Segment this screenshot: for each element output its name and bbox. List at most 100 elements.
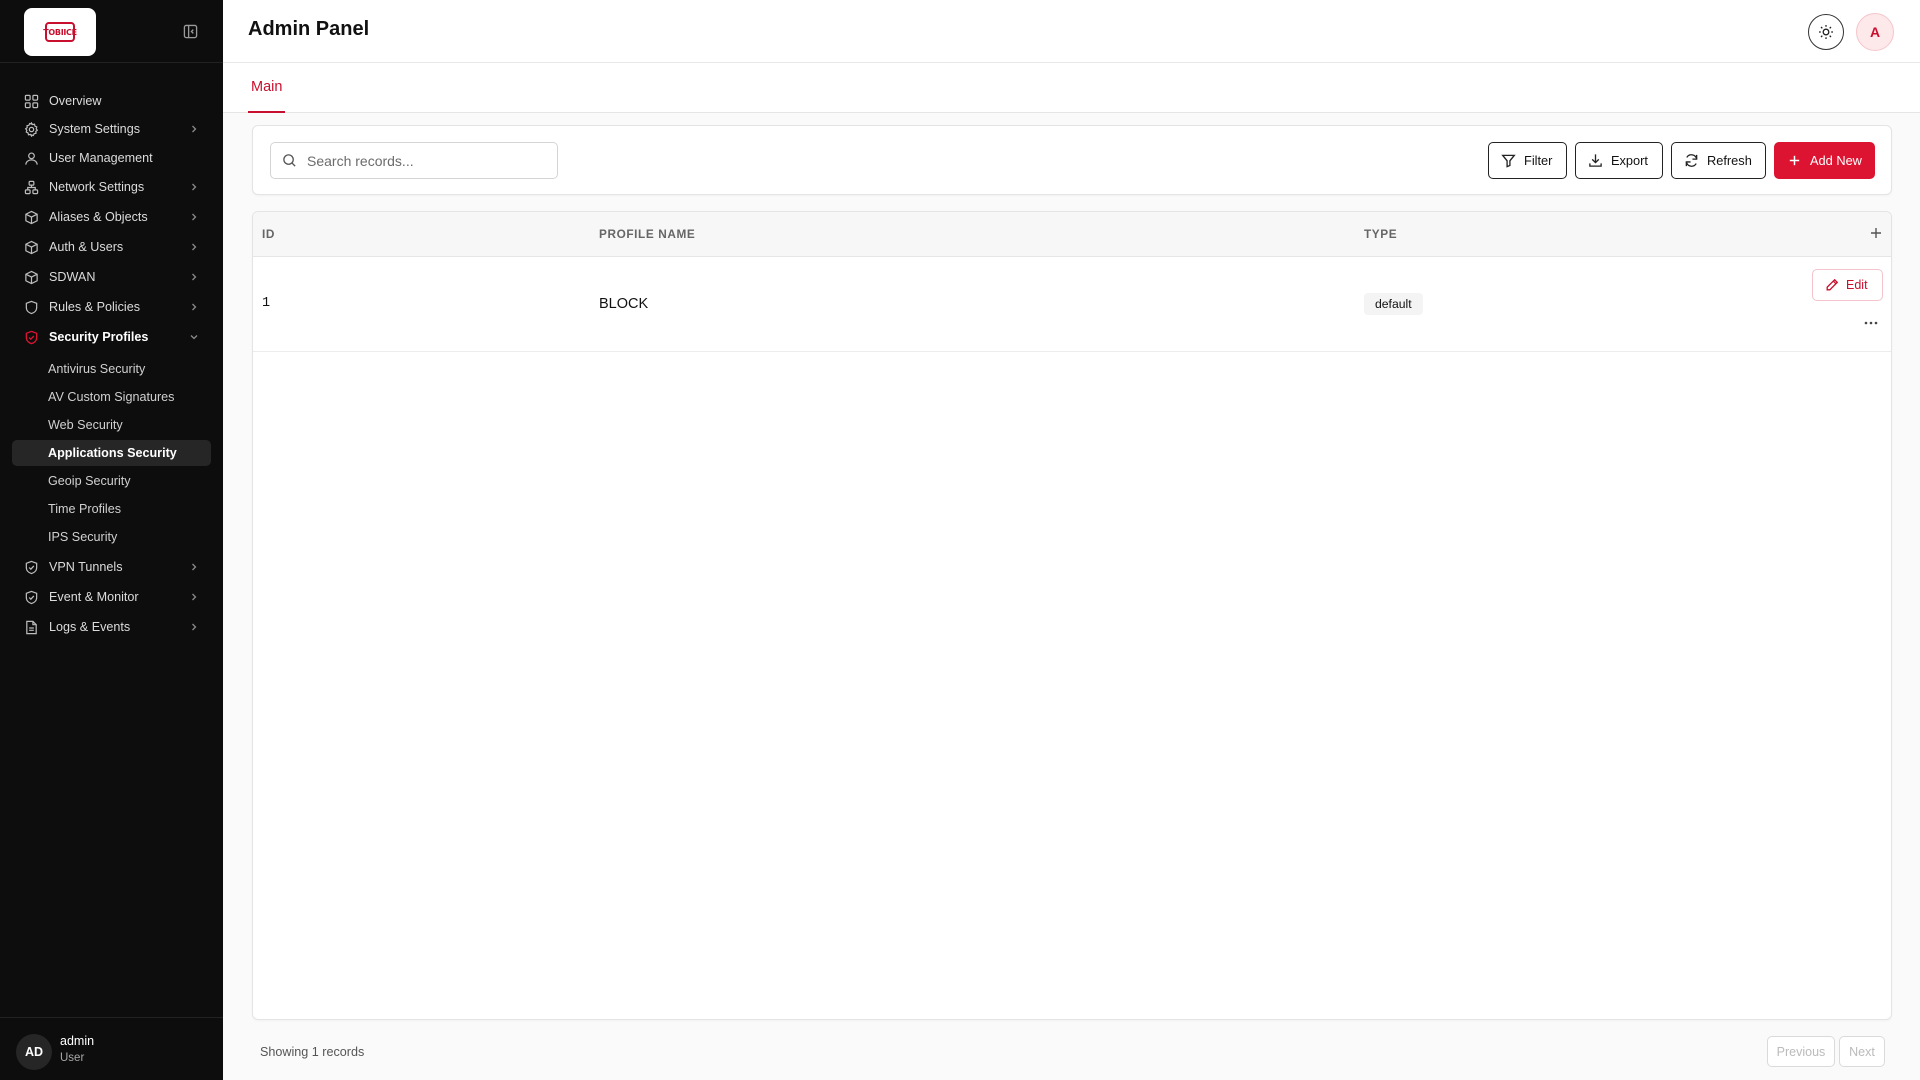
- sidebar-item-network-settings[interactable]: Network Settings: [12, 174, 211, 200]
- tab-bar: Main: [223, 63, 1920, 113]
- chevron-right-icon: [189, 592, 199, 602]
- pencil-icon: [1825, 278, 1839, 292]
- shield-check-icon: [24, 330, 39, 345]
- sidebar-item-logs-events[interactable]: Logs & Events: [12, 614, 211, 640]
- sidebar-subitem-antivirus-security[interactable]: Antivirus Security: [12, 356, 211, 382]
- sidebar-header: TOBIICE: [0, 0, 223, 63]
- sidebar-item-auth-users[interactable]: Auth & Users: [12, 234, 211, 260]
- refresh-label: Refresh: [1707, 153, 1752, 168]
- user-avatar-button[interactable]: A: [1856, 13, 1894, 51]
- user-role: User: [60, 1052, 85, 1064]
- filter-icon: [1501, 153, 1516, 168]
- type-badge: default: [1364, 293, 1423, 315]
- next-page-button[interactable]: Next: [1839, 1036, 1885, 1067]
- sidebar-subitem-time-profiles[interactable]: Time Profiles: [12, 496, 211, 522]
- chevron-right-icon: [189, 302, 199, 312]
- add-new-button[interactable]: Add New: [1774, 142, 1875, 179]
- column-header-id[interactable]: ID: [262, 227, 275, 241]
- page-title: Admin Panel: [248, 18, 370, 40]
- data-table: ID PROFILE NAME TYPE 1 BLOCK default Edi…: [252, 211, 1892, 1020]
- chevron-right-icon: [189, 124, 199, 134]
- sidebar-item-label: Auth & Users: [49, 240, 124, 254]
- table-row[interactable]: 1 BLOCK default Edit: [253, 257, 1891, 352]
- tab-main[interactable]: Main: [248, 63, 286, 113]
- sidebar-subitem-geoip-security[interactable]: Geoip Security: [12, 468, 211, 494]
- box-icon: [24, 270, 39, 285]
- sidebar-item-security-profiles[interactable]: Security Profiles: [12, 324, 211, 350]
- network-icon: [24, 180, 39, 195]
- sidebar-item-label: Security Profiles: [49, 330, 149, 344]
- records-count: Showing 1 records: [260, 1045, 365, 1059]
- edit-label: Edit: [1846, 278, 1868, 292]
- sidebar-item-event-monitor[interactable]: Event & Monitor: [12, 584, 211, 610]
- chevron-right-icon: [189, 212, 199, 222]
- plus-icon: [1787, 153, 1802, 168]
- sidebar-user[interactable]: AD admin User: [0, 1017, 223, 1080]
- box-icon: [24, 240, 39, 255]
- shield-icon: [24, 300, 39, 315]
- chevron-right-icon: [189, 272, 199, 282]
- sidebar-subitem-applications-security[interactable]: Applications Security: [12, 440, 211, 466]
- sidebar-item-label: VPN Tunnels: [49, 560, 123, 574]
- sidebar-subitem-ips-security[interactable]: IPS Security: [12, 524, 211, 550]
- grid-icon: [24, 94, 39, 109]
- chevron-right-icon: [189, 562, 199, 572]
- previous-page-button[interactable]: Previous: [1767, 1036, 1835, 1067]
- column-header-type[interactable]: TYPE: [1364, 227, 1397, 241]
- sidebar: TOBIICE Overview System Settings User Ma…: [0, 0, 223, 1080]
- shield-check-icon: [24, 590, 39, 605]
- sidebar-item-label: Overview: [49, 94, 102, 108]
- sidebar-subitem-av-custom-signatures[interactable]: AV Custom Signatures: [12, 384, 211, 410]
- top-header: Admin Panel A: [223, 0, 1920, 63]
- avatar: AD: [16, 1034, 52, 1070]
- export-label: Export: [1611, 153, 1648, 168]
- sidebar-item-label: Network Settings: [49, 180, 145, 194]
- sidebar-item-overview[interactable]: Overview: [12, 88, 211, 114]
- add-column-icon[interactable]: [1869, 226, 1883, 240]
- app-logo[interactable]: TOBIICE: [24, 8, 96, 56]
- sidebar-item-label: Aliases & Objects: [49, 210, 148, 224]
- sidebar-collapse-icon[interactable]: [183, 24, 198, 39]
- user-name: admin: [60, 1034, 95, 1048]
- sidebar-item-sdwan[interactable]: SDWAN: [12, 264, 211, 290]
- chevron-right-icon: [189, 182, 199, 192]
- table-header: ID PROFILE NAME TYPE: [253, 212, 1891, 257]
- sidebar-item-vpn-tunnels[interactable]: VPN Tunnels: [12, 554, 211, 580]
- refresh-icon: [1684, 153, 1699, 168]
- add-new-label: Add New: [1810, 153, 1862, 168]
- theme-toggle-button[interactable]: [1808, 14, 1844, 50]
- edit-button[interactable]: Edit: [1812, 269, 1883, 301]
- filter-button[interactable]: Filter: [1488, 142, 1567, 179]
- cell-profile-name: BLOCK: [599, 296, 649, 312]
- export-button[interactable]: Export: [1575, 142, 1663, 179]
- shield-check-icon: [24, 560, 39, 575]
- sidebar-item-label: SDWAN: [49, 270, 96, 284]
- sidebar-item-rules-policies[interactable]: Rules & Policies: [12, 294, 211, 320]
- search-input[interactable]: [307, 152, 547, 169]
- sidebar-item-label: Rules & Policies: [49, 300, 140, 314]
- logo-mark: TOBIICE: [43, 22, 77, 42]
- box-icon: [24, 210, 39, 225]
- column-header-profile-name[interactable]: PROFILE NAME: [599, 227, 695, 241]
- cell-id: 1: [262, 296, 271, 311]
- file-icon: [24, 620, 39, 635]
- search-icon: [282, 153, 297, 168]
- sidebar-item-label: Event & Monitor: [49, 590, 139, 604]
- sidebar-item-label: User Management: [49, 151, 153, 165]
- sidebar-item-label: System Settings: [49, 122, 140, 136]
- sidebar-item-aliases-objects[interactable]: Aliases & Objects: [12, 204, 211, 230]
- refresh-button[interactable]: Refresh: [1671, 142, 1766, 179]
- sidebar-item-system-settings[interactable]: System Settings: [12, 116, 211, 142]
- sidebar-subitem-web-security[interactable]: Web Security: [12, 412, 211, 438]
- chevron-down-icon: [189, 332, 199, 342]
- sun-icon: [1818, 24, 1834, 40]
- sidebar-item-label: Logs & Events: [49, 620, 131, 634]
- toolbar: Filter Export Refresh Add New: [252, 125, 1892, 195]
- user-icon: [24, 151, 39, 166]
- chevron-right-icon: [189, 242, 199, 252]
- more-options-icon[interactable]: [1861, 316, 1881, 330]
- chevron-right-icon: [189, 622, 199, 632]
- search-box[interactable]: [270, 142, 558, 179]
- gear-icon: [24, 121, 39, 137]
- sidebar-item-user-management[interactable]: User Management: [12, 145, 211, 171]
